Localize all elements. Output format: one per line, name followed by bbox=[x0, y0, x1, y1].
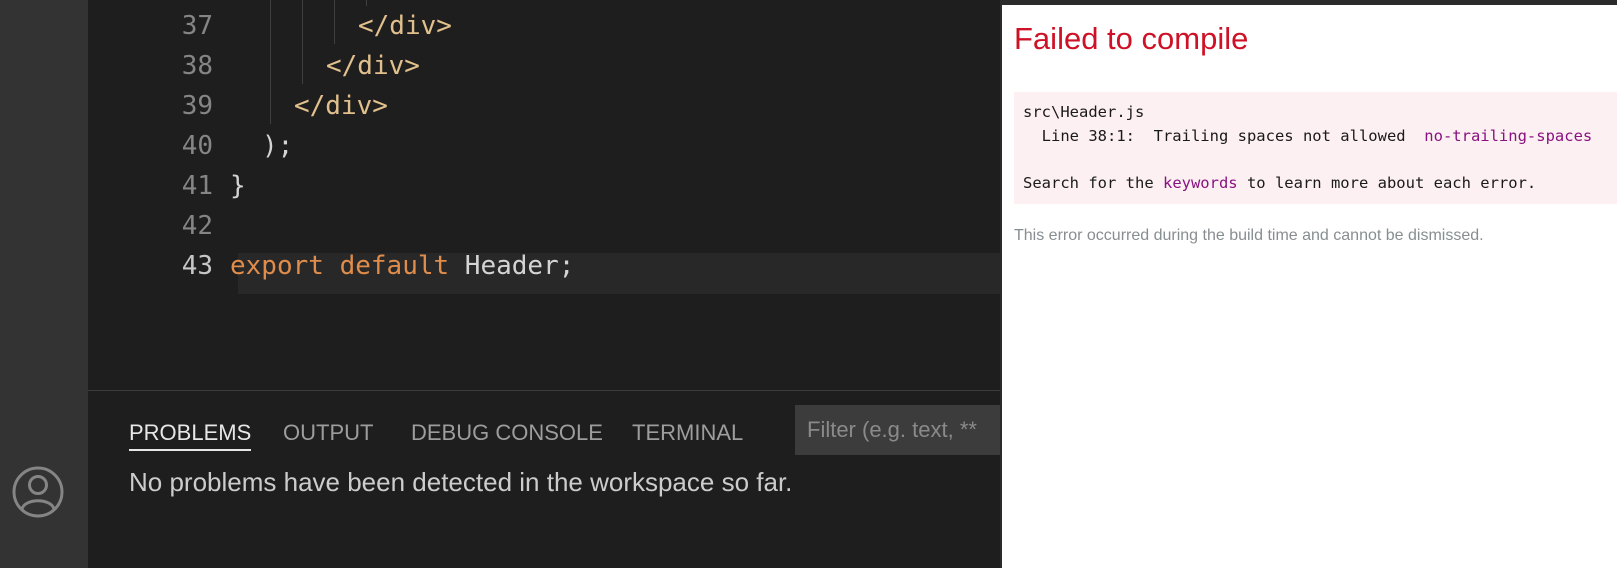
indent-guide bbox=[334, 0, 335, 44]
line-number: 42 bbox=[181, 211, 213, 241]
error-message-text: Line 38:1: Trailing spaces not allowed bbox=[1023, 127, 1425, 145]
line-number: 39 bbox=[181, 91, 213, 121]
code-area[interactable]: </div> </div> </div>);} export default Head… bbox=[230, 0, 1000, 390]
problems-empty-message: No problems have been detected in the wo… bbox=[129, 467, 793, 497]
account-icon[interactable] bbox=[11, 465, 65, 519]
line-number-gutter: 37 38 39 40 41 42 43 bbox=[88, 0, 238, 390]
error-file-path: src\Header.js bbox=[1023, 103, 1145, 121]
code-line[interactable]: ); bbox=[262, 126, 293, 167]
line-number: 41 bbox=[181, 171, 213, 201]
error-message-line: Line 38:1: Trailing spaces not allowed n… bbox=[1023, 125, 1593, 147]
code-line[interactable]: </div> bbox=[326, 46, 420, 87]
code-line[interactable]: </div> bbox=[294, 86, 388, 127]
line-number: 38 bbox=[181, 51, 213, 81]
code-token: } bbox=[230, 171, 246, 201]
code-token: export bbox=[230, 251, 324, 281]
help-text-before: Search for the bbox=[1023, 174, 1163, 192]
code-token: default bbox=[339, 251, 450, 281]
overlay-footer-note: This error occurred during the build tim… bbox=[1014, 227, 1484, 244]
indent-guide bbox=[302, 0, 303, 84]
code-editor[interactable]: 37 38 39 40 41 42 43 </div> </div> </div>);} expo… bbox=[88, 0, 1000, 390]
code-token: </div> bbox=[326, 51, 420, 81]
line-number: 40 bbox=[181, 131, 213, 161]
code-token: </div> bbox=[358, 11, 452, 41]
error-details-box: src\Header.js Line 38:1: Trailing spaces… bbox=[1014, 92, 1617, 204]
overlay-title: Failed to compile bbox=[1014, 21, 1249, 56]
error-help-line: Search for the keywords to learn more ab… bbox=[1023, 172, 1536, 194]
indent-guide bbox=[270, 0, 271, 124]
activity-bar bbox=[0, 0, 88, 568]
line-number: 37 bbox=[181, 11, 213, 41]
tab-problems[interactable]: PROBLEMS bbox=[129, 415, 252, 451]
code-line[interactable]: </div> bbox=[358, 6, 452, 47]
code-token: </div> bbox=[294, 91, 388, 121]
bottom-panel: PROBLEMS OUTPUT DEBUG CONSOLE TERMINAL No p… bbox=[88, 390, 1015, 568]
tab-output[interactable]: OUTPUT bbox=[283, 415, 373, 451]
code-token: Header; bbox=[449, 251, 575, 281]
code-line[interactable]: export default Header; bbox=[230, 246, 574, 287]
error-overlay: Failed to compile src\Header.js Line 38:… bbox=[1000, 0, 1617, 568]
tab-debug-console[interactable]: DEBUG CONSOLE bbox=[411, 415, 603, 451]
code-token: ); bbox=[262, 131, 294, 161]
line-number: 43 bbox=[181, 251, 213, 281]
tab-terminal[interactable]: TERMINAL bbox=[632, 415, 743, 451]
help-text-after: to learn more about each error. bbox=[1237, 174, 1537, 192]
keywords-link[interactable]: keywords bbox=[1163, 174, 1238, 192]
problems-filter-input[interactable] bbox=[795, 405, 1015, 455]
lint-rule-name: no-trailing-spaces bbox=[1424, 127, 1593, 145]
code-line[interactable]: } bbox=[230, 166, 246, 207]
